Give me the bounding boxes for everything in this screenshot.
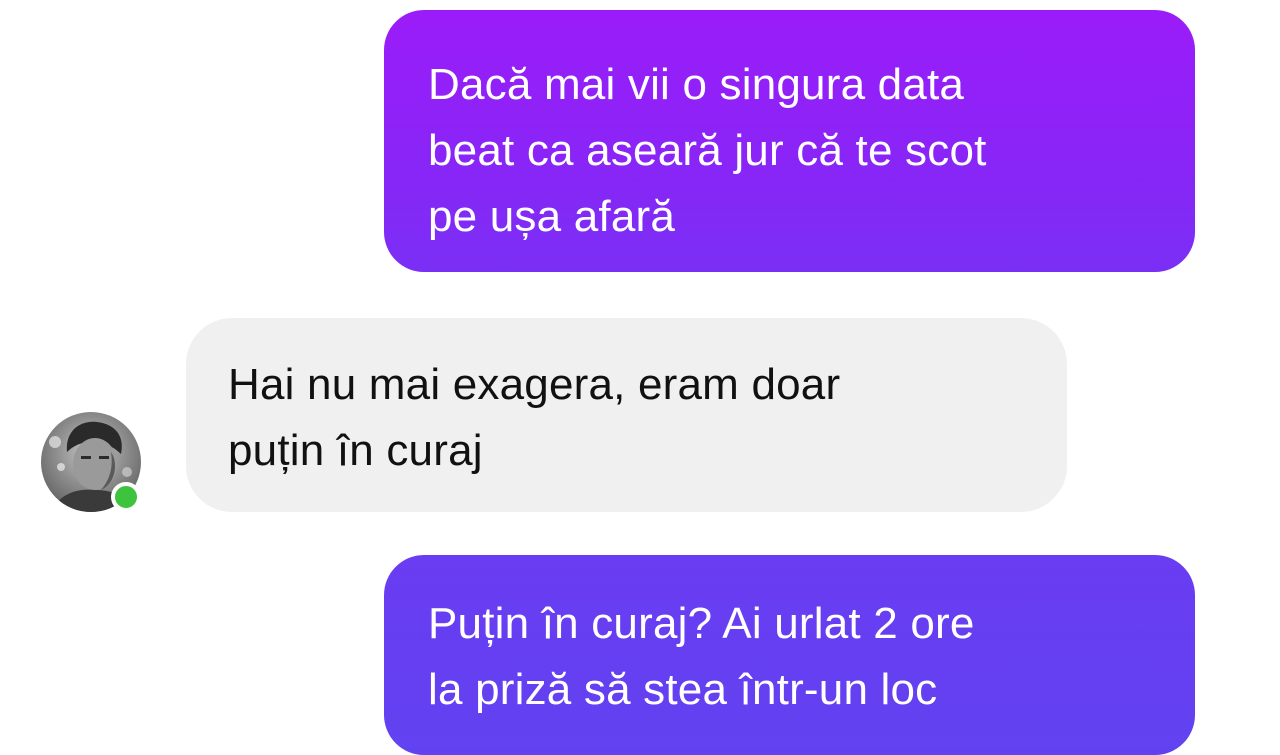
- message-text-line: Dacă mai vii o singura data: [428, 60, 965, 109]
- message-text-line: beat ca aseară jur că te scot: [428, 126, 987, 175]
- message-text-line: puțin în curaj: [228, 426, 483, 475]
- message-text-line: la priză să stea într-un loc: [428, 665, 938, 714]
- message-text-line: Hai nu mai exagera, eram doar: [228, 360, 841, 409]
- message-text-line: Puțin în curaj? Ai urlat 2 ore: [428, 599, 975, 648]
- online-status-indicator: [111, 482, 141, 512]
- outgoing-message-bubble[interactable]: Puțin în curaj? Ai urlat 2 ore la priză …: [384, 555, 1195, 755]
- incoming-message-bubble[interactable]: Hai nu mai exagera, eram doar puțin în c…: [186, 318, 1067, 512]
- message-text-line: pe ușa afară: [428, 192, 676, 241]
- outgoing-message-bubble[interactable]: Dacă mai vii o singura data beat ca asea…: [384, 10, 1195, 272]
- conversation-thread: Dacă mai vii o singura data beat ca asea…: [0, 0, 1280, 755]
